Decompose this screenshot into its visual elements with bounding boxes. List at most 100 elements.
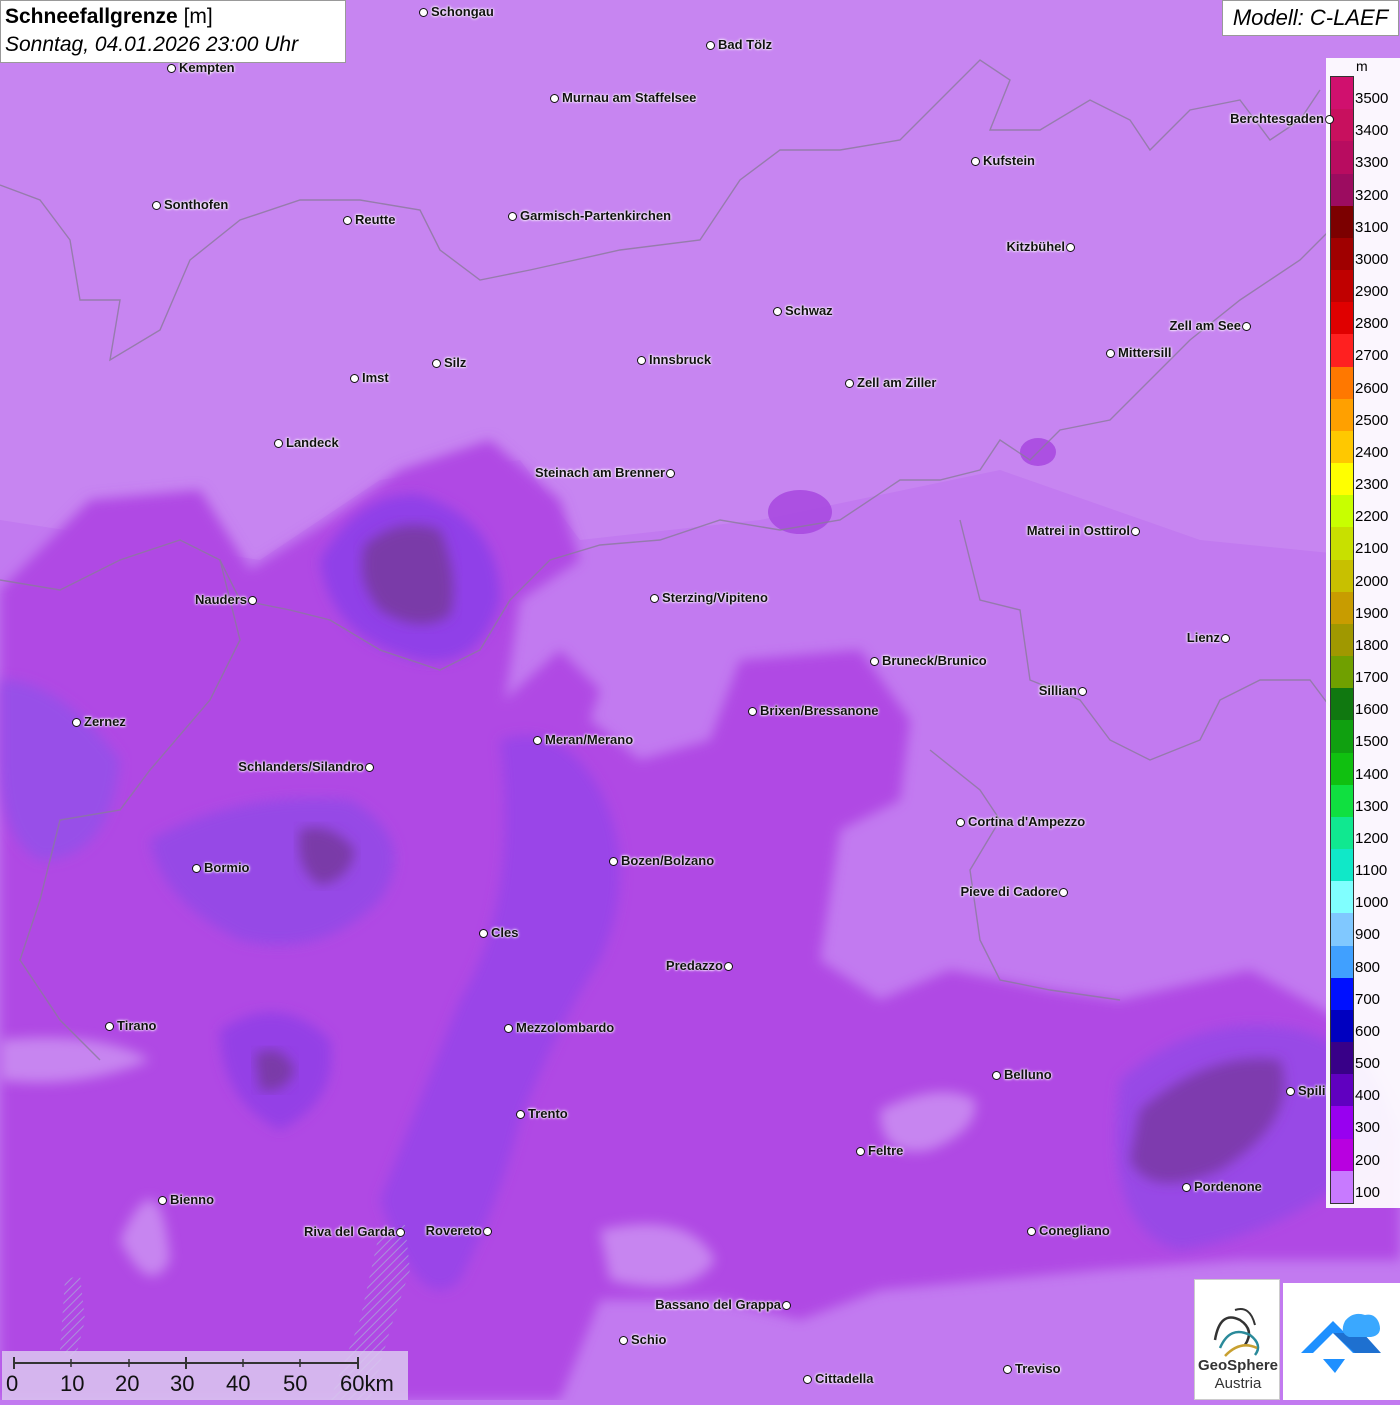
city-label-rovereto: Rovereto: [425, 1223, 482, 1238]
city-marker-meran-merano[interactable]: [533, 736, 542, 745]
city-marker-tirano[interactable]: [105, 1022, 114, 1031]
legend-swatch-2300: [1331, 463, 1353, 496]
city-marker-bruneck-brunico[interactable]: [870, 657, 879, 666]
legend-label-2600: 2600: [1355, 379, 1389, 397]
legend-swatch-2800: [1331, 302, 1353, 335]
legend-label-900: 900: [1355, 926, 1381, 944]
city-marker-cittadella[interactable]: [803, 1375, 812, 1384]
city-marker-kufstein[interactable]: [971, 157, 980, 166]
city-marker-rovereto[interactable]: [483, 1227, 492, 1236]
city-label-bruneck-brunico: Bruneck/Brunico: [882, 653, 987, 668]
city-marker-silz[interactable]: [432, 359, 441, 368]
city-label-meran-merano: Meran/Merano: [545, 732, 634, 747]
city-marker-mittersill[interactable]: [1106, 349, 1115, 358]
legend-label-3300: 3300: [1355, 154, 1389, 172]
city-marker-nauders[interactable]: [248, 596, 257, 605]
legend-swatch-3300: [1331, 141, 1353, 174]
legend-label-2800: 2800: [1355, 315, 1389, 333]
city-label-conegliano: Conegliano: [1039, 1223, 1110, 1238]
city-label-riva-del-garda: Riva del Garda: [303, 1224, 395, 1239]
legend-label-2400: 2400: [1355, 443, 1389, 461]
weather-app-logo[interactable]: [1283, 1283, 1400, 1400]
city-marker-murnau-am-staffelsee[interactable]: [550, 94, 559, 103]
city-label-silz: Silz: [444, 355, 467, 370]
city-marker-mezzolombardo[interactable]: [504, 1024, 513, 1033]
zone-blob-1: [768, 490, 832, 534]
city-marker-schwaz[interactable]: [773, 307, 782, 316]
city-marker-imst[interactable]: [350, 374, 359, 383]
city-marker-cortina-d-ampezzo[interactable]: [956, 818, 965, 827]
legend-colorbar: [1330, 76, 1354, 1204]
city-marker-bad-t-lz[interactable]: [706, 41, 715, 50]
city-label-pordenone: Pordenone: [1194, 1179, 1262, 1194]
city-label-bad-t-lz: Bad Tölz: [718, 37, 773, 52]
city-marker-berchtesgaden[interactable]: [1325, 115, 1334, 124]
city-marker-brixen-bressanone[interactable]: [748, 707, 757, 716]
city-label-kitzb-hel: Kitzbühel: [1006, 239, 1066, 254]
legend-label-2200: 2200: [1355, 508, 1389, 526]
legend-swatch-2000: [1331, 559, 1353, 593]
city-label-zernez: Zernez: [84, 714, 126, 729]
city-marker-zell-am-see[interactable]: [1242, 322, 1251, 331]
legend-label-1000: 1000: [1355, 894, 1389, 912]
scale-tick-2: 20: [115, 1371, 140, 1396]
city-label-reutte: Reutte: [355, 212, 396, 227]
city-marker-pieve-di-cadore[interactable]: [1059, 888, 1068, 897]
city-marker-reutte[interactable]: [343, 216, 352, 225]
city-label-murnau-am-staffelsee: Murnau am Staffelsee: [562, 90, 697, 105]
city-marker-predazzo[interactable]: [724, 962, 733, 971]
legend-label-2500: 2500: [1355, 411, 1389, 429]
city-marker-zell-am-ziller[interactable]: [845, 379, 854, 388]
city-marker-cles[interactable]: [479, 929, 488, 938]
scale-tick-1: 10: [60, 1371, 85, 1396]
city-label-sillian: Sillian: [1038, 683, 1077, 698]
legend-label-1100: 1100: [1355, 862, 1388, 880]
city-label-cortina-d-ampezzo: Cortina d'Ampezzo: [968, 814, 1086, 829]
city-marker-garmisch-partenkirchen[interactable]: [508, 212, 517, 221]
city-marker-bassano-del-grappa[interactable]: [782, 1301, 791, 1310]
city-marker-trento[interactable]: [516, 1110, 525, 1119]
city-marker-zernez[interactable]: [72, 718, 81, 727]
city-marker-bozen-bolzano[interactable]: [609, 857, 618, 866]
city-label-kempten: Kempten: [179, 60, 235, 75]
legend-swatch-1800: [1331, 623, 1353, 657]
legend-label-3500: 3500: [1355, 90, 1389, 107]
city-marker-treviso[interactable]: [1003, 1365, 1012, 1374]
city-marker-sonthofen[interactable]: [152, 201, 161, 210]
city-marker-belluno[interactable]: [992, 1071, 1001, 1080]
city-marker-schongau[interactable]: [419, 8, 428, 17]
city-marker-spili[interactable]: [1286, 1087, 1295, 1096]
city-marker-innsbruck[interactable]: [637, 356, 646, 365]
city-marker-lienz[interactable]: [1221, 634, 1230, 643]
legend-label-1400: 1400: [1355, 765, 1389, 783]
map-timestamp: Sonntag, 04.01.2026 23:00 Uhr: [5, 33, 299, 56]
city-label-innsbruck: Innsbruck: [649, 352, 712, 367]
scale-tick-3: 30: [170, 1371, 195, 1396]
city-label-trento: Trento: [528, 1106, 568, 1121]
city-marker-bormio[interactable]: [192, 864, 201, 873]
city-marker-sillian[interactable]: [1078, 687, 1087, 696]
city-marker-kempten[interactable]: [167, 64, 176, 73]
city-marker-schio[interactable]: [619, 1336, 628, 1345]
legend-swatch-1500: [1331, 720, 1353, 754]
legend-swatch-2500: [1331, 398, 1353, 432]
city-marker-pordenone[interactable]: [1182, 1183, 1191, 1192]
legend-label-1900: 1900: [1355, 604, 1389, 622]
legend-label-1800: 1800: [1355, 636, 1389, 654]
city-marker-steinach-am-brenner[interactable]: [666, 469, 675, 478]
legend-label-300: 300: [1355, 1119, 1381, 1137]
city-marker-bienno[interactable]: [158, 1196, 167, 1205]
city-marker-kitzb-hel[interactable]: [1066, 243, 1075, 252]
legend-swatch-100: [1331, 1170, 1353, 1204]
city-marker-landeck[interactable]: [274, 439, 283, 448]
city-marker-schlanders-silandro[interactable]: [365, 763, 374, 772]
city-marker-riva-del-garda[interactable]: [396, 1228, 405, 1237]
city-marker-feltre[interactable]: [856, 1147, 865, 1156]
city-label-schio: Schio: [631, 1332, 667, 1347]
city-marker-conegliano[interactable]: [1027, 1227, 1036, 1236]
city-marker-matrei-in-osttirol[interactable]: [1131, 527, 1140, 536]
city-label-garmisch-partenkirchen: Garmisch-Partenkirchen: [520, 208, 672, 223]
title-box: Schneefallgrenze [m] Sonntag, 04.01.2026…: [0, 0, 346, 63]
geosphere-logo[interactable]: GeoSphere Austria: [1194, 1279, 1280, 1400]
city-marker-sterzing-vipiteno[interactable]: [650, 594, 659, 603]
